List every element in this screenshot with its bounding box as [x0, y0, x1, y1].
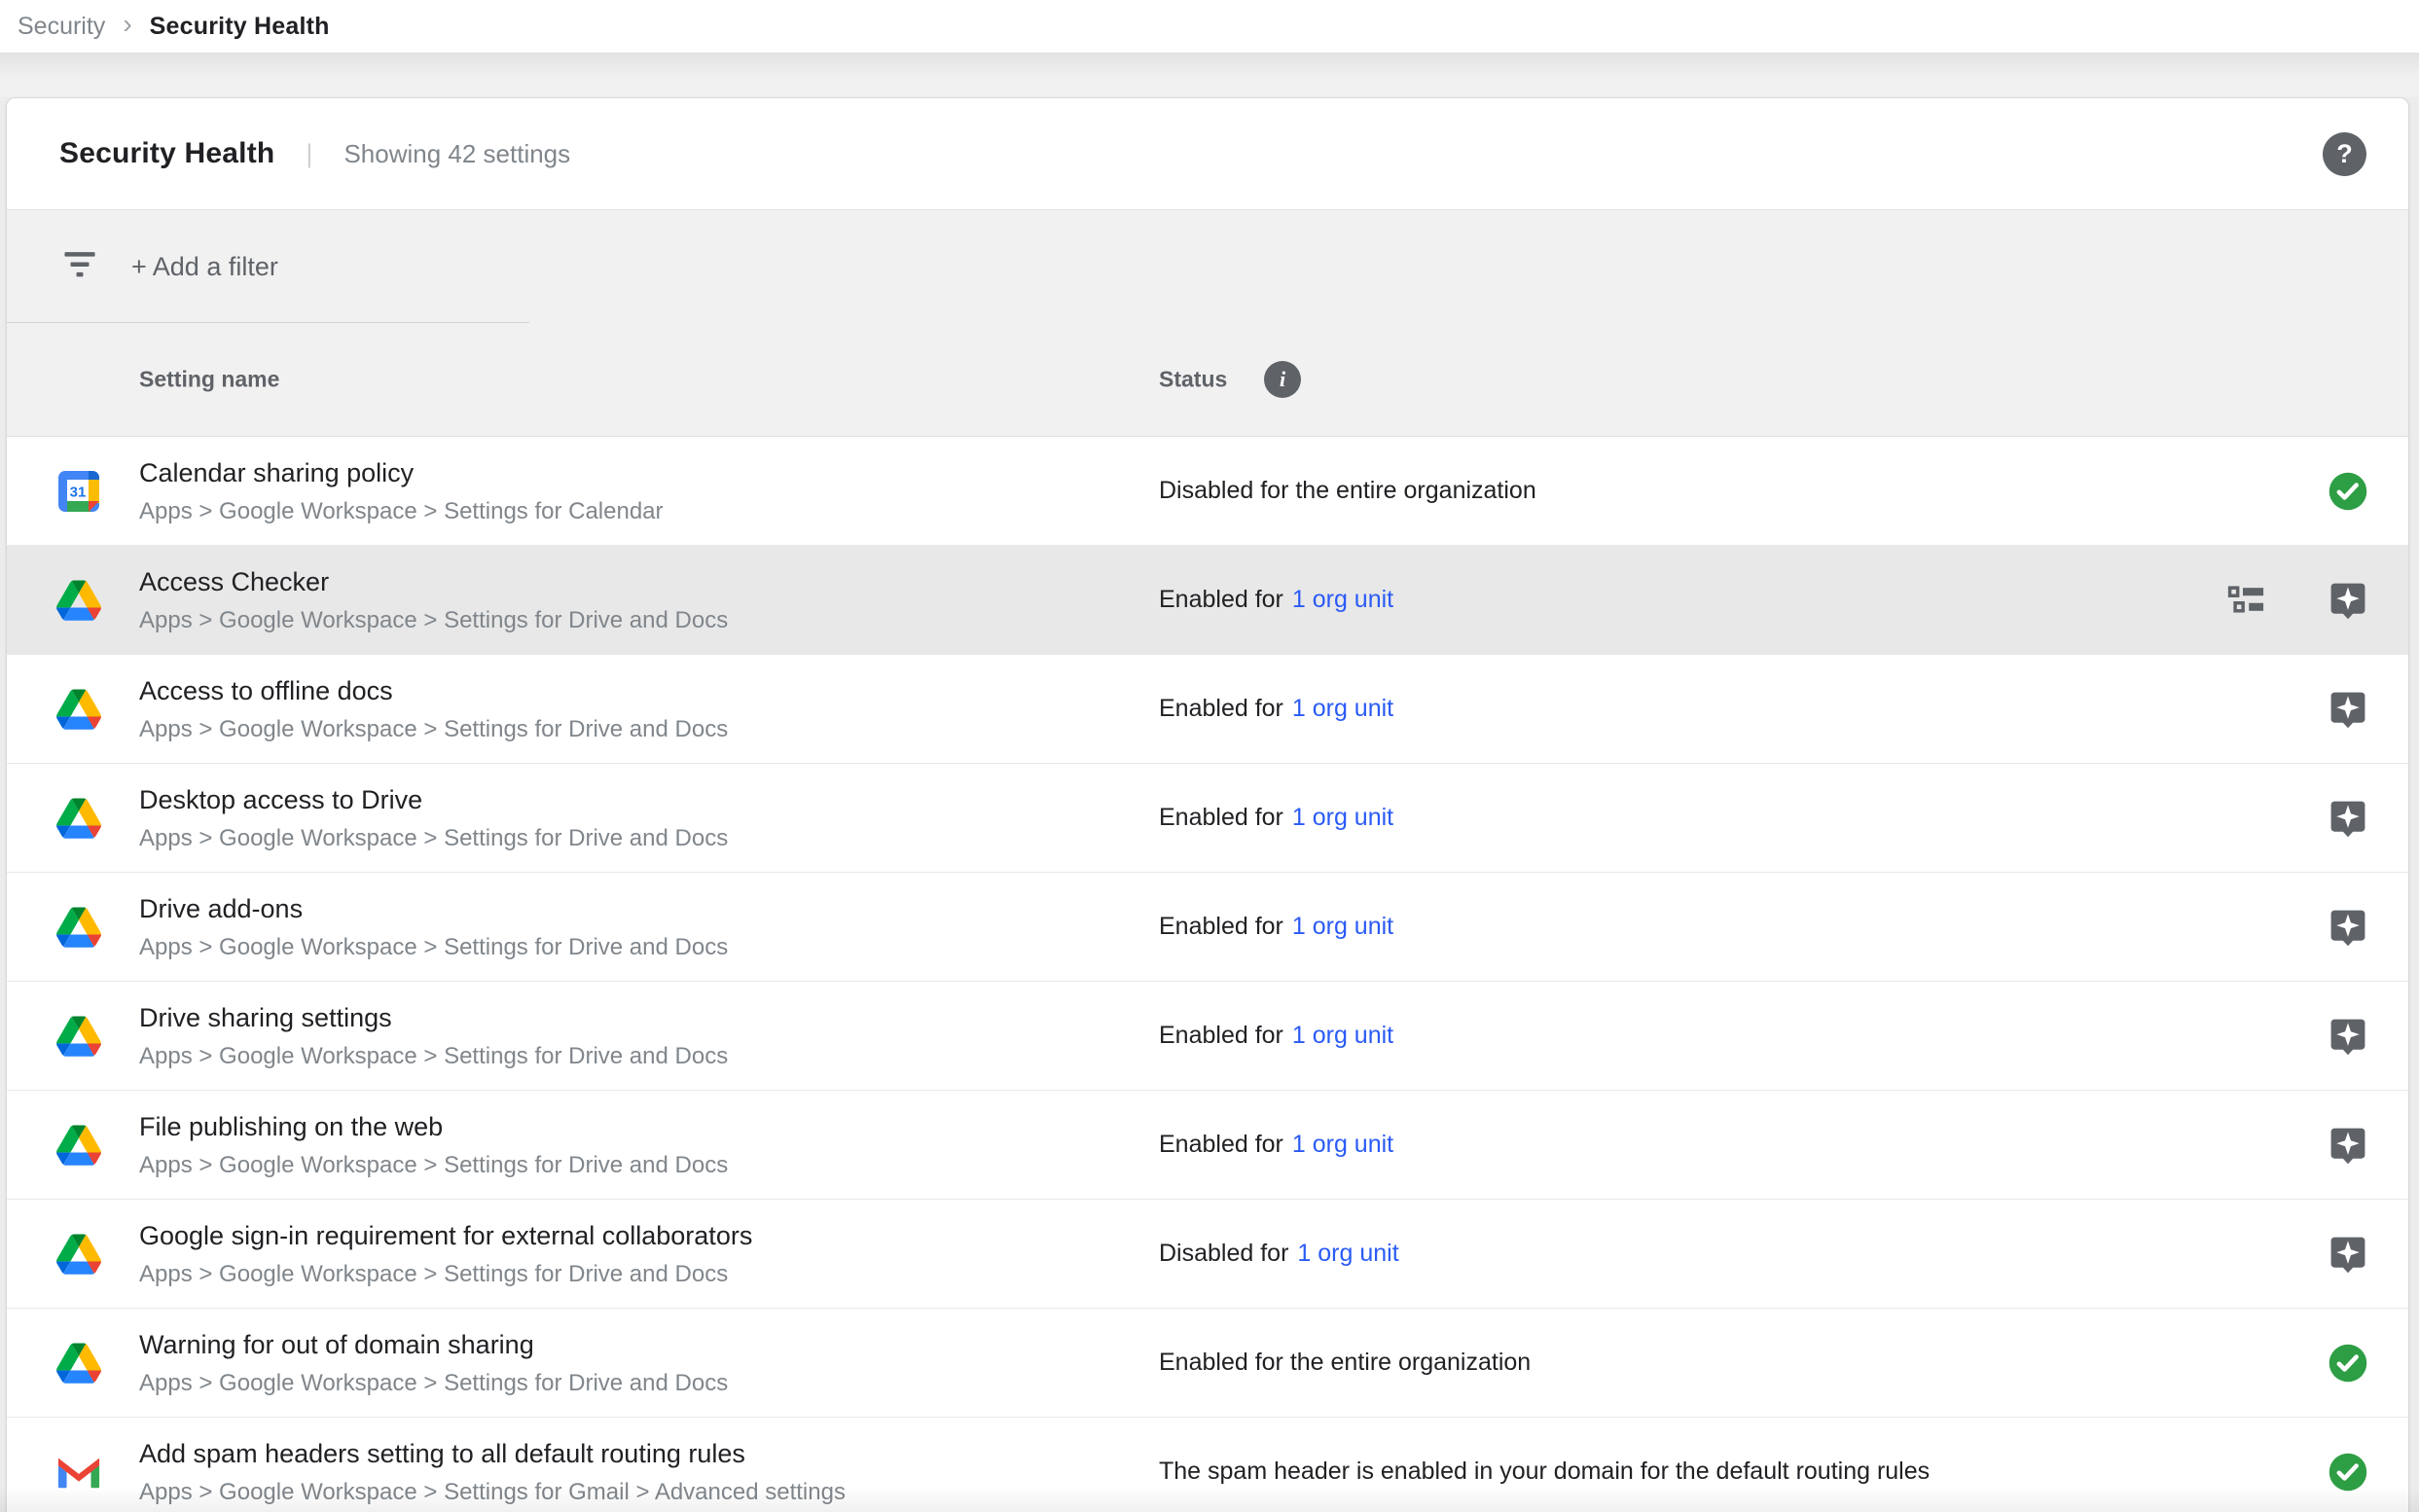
drive-icon: [56, 905, 101, 950]
help-icon[interactable]: ?: [2323, 132, 2366, 176]
setting-row[interactable]: Access Checker Apps > Google Workspace >…: [7, 546, 2408, 655]
breadcrumb: Security › Security Health: [0, 0, 2419, 53]
setting-title: Drive add-ons: [139, 894, 303, 924]
setting-path: Apps > Google Workspace > Settings for G…: [139, 1479, 846, 1506]
setting-path: Apps > Google Workspace > Settings for D…: [139, 1370, 728, 1397]
setting-title: Google sign-in requirement for external …: [139, 1221, 752, 1251]
add-filter-button[interactable]: + Add a filter: [131, 210, 278, 323]
column-header-status: Status: [1159, 367, 1227, 393]
status-text: Enabled for the entire organization: [1159, 1349, 1531, 1377]
setting-path: Apps > Google Workspace > Settings for D…: [139, 825, 728, 852]
setting-row[interactable]: Access to offline docs Apps > Google Wor…: [7, 655, 2408, 764]
status-text: Disabled for: [1159, 1240, 1288, 1268]
org-unit-link[interactable]: 1 org unit: [1292, 586, 1393, 614]
filter-bar: + Add a filter: [7, 210, 2408, 323]
recommendation-badge-icon[interactable]: [2327, 579, 2369, 622]
setting-title: Desktop access to Drive: [139, 785, 422, 815]
status-text: Enabled for: [1159, 695, 1283, 723]
setting-row[interactable]: File publishing on the web Apps > Google…: [7, 1091, 2408, 1200]
setting-path: Apps > Google Workspace > Settings for D…: [139, 1261, 728, 1288]
drive-icon: [56, 1232, 101, 1277]
drive-icon: [56, 1123, 101, 1168]
security-health-card: Security Health | Showing 42 settings ? …: [6, 97, 2409, 1512]
setting-path: Apps > Google Workspace > Settings for D…: [139, 934, 728, 961]
org-units-rules-icon: [2225, 579, 2268, 622]
setting-row[interactable]: Drive sharing settings Apps > Google Wor…: [7, 982, 2408, 1091]
org-unit-link[interactable]: 1 org unit: [1292, 804, 1393, 832]
status-ok-icon: [2327, 1342, 2369, 1385]
setting-status: Enabled for 1 org unit: [1159, 764, 1393, 872]
settings-list: 31 Calendar sharing policy Apps > Google…: [7, 437, 2408, 1512]
column-header-setting-name: Setting name: [139, 367, 279, 393]
status-text: The spam header is enabled in your domai…: [1159, 1458, 1930, 1486]
recommendation-badge-icon[interactable]: [2327, 1233, 2369, 1276]
setting-status: Enabled for 1 org unit: [1159, 873, 1393, 981]
table-header: Setting name Status i: [7, 323, 2408, 437]
setting-path: Apps > Google Workspace > Settings for D…: [139, 607, 728, 634]
org-unit-link[interactable]: 1 org unit: [1292, 1131, 1393, 1159]
card-header: Security Health | Showing 42 settings ?: [7, 98, 2408, 210]
setting-title: Access Checker: [139, 567, 329, 597]
page-title: Security Health: [59, 137, 274, 170]
setting-status: Enabled for 1 org unit: [1159, 546, 1393, 654]
status-text: Enabled for: [1159, 1131, 1283, 1159]
status-text: Enabled for: [1159, 913, 1283, 941]
setting-status: Enabled for 1 org unit: [1159, 1091, 1393, 1199]
setting-status: Enabled for 1 org unit: [1159, 655, 1393, 763]
page-gap-band: [0, 53, 2419, 97]
status-text: Enabled for: [1159, 586, 1283, 614]
breadcrumb-current-page: Security Health: [150, 13, 330, 41]
gmail-icon: [56, 1450, 101, 1494]
setting-row[interactable]: Google sign-in requirement for external …: [7, 1200, 2408, 1309]
setting-row[interactable]: Desktop access to Drive Apps > Google Wo…: [7, 764, 2408, 873]
recommendation-badge-icon[interactable]: [2327, 1015, 2369, 1058]
breadcrumb-link-security[interactable]: Security: [18, 13, 105, 41]
setting-title: Access to offline docs: [139, 676, 393, 706]
setting-status: Disabled for the entire organization: [1159, 437, 1536, 545]
setting-path: Apps > Google Workspace > Settings for D…: [139, 1043, 728, 1070]
setting-row[interactable]: Drive add-ons Apps > Google Workspace > …: [7, 873, 2408, 982]
setting-path: Apps > Google Workspace > Settings for C…: [139, 498, 664, 525]
org-unit-link[interactable]: 1 org unit: [1297, 1240, 1398, 1268]
svg-text:31: 31: [70, 485, 87, 501]
calendar-icon: 31: [56, 469, 101, 514]
status-text: Enabled for: [1159, 1022, 1283, 1050]
drive-icon: [56, 687, 101, 732]
recommendation-badge-icon[interactable]: [2327, 1124, 2369, 1167]
drive-icon: [56, 1014, 101, 1059]
status-info-icon[interactable]: i: [1264, 361, 1301, 398]
setting-title: Calendar sharing policy: [139, 458, 414, 488]
recommendation-badge-icon[interactable]: [2327, 688, 2369, 731]
setting-row[interactable]: Warning for out of domain sharing Apps >…: [7, 1309, 2408, 1418]
title-separator: |: [306, 139, 312, 169]
setting-title: Add spam headers setting to all default …: [139, 1439, 745, 1469]
drive-icon: [56, 796, 101, 841]
setting-status: The spam header is enabled in your domai…: [1159, 1418, 1930, 1512]
org-unit-link[interactable]: 1 org unit: [1292, 1022, 1393, 1050]
recommendation-badge-icon[interactable]: [2327, 906, 2369, 949]
status-ok-icon: [2327, 1451, 2369, 1494]
drive-icon: [56, 1341, 101, 1386]
drive-icon: [56, 578, 101, 623]
setting-path: Apps > Google Workspace > Settings for D…: [139, 716, 728, 743]
setting-row[interactable]: 31 Calendar sharing policy Apps > Google…: [7, 437, 2408, 546]
setting-title: File publishing on the web: [139, 1112, 443, 1142]
org-unit-link[interactable]: 1 org unit: [1292, 695, 1393, 723]
setting-title: Warning for out of domain sharing: [139, 1330, 534, 1360]
setting-status: Disabled for 1 org unit: [1159, 1200, 1399, 1308]
recommendation-badge-icon[interactable]: [2327, 797, 2369, 840]
org-unit-link[interactable]: 1 org unit: [1292, 913, 1393, 941]
setting-status: Enabled for the entire organization: [1159, 1309, 1531, 1417]
status-text: Disabled for the entire organization: [1159, 477, 1536, 505]
setting-row[interactable]: Add spam headers setting to all default …: [7, 1418, 2408, 1512]
setting-status: Enabled for 1 org unit: [1159, 982, 1393, 1090]
setting-path: Apps > Google Workspace > Settings for D…: [139, 1152, 728, 1179]
settings-count-label: Showing 42 settings: [343, 139, 570, 169]
status-text: Enabled for: [1159, 804, 1283, 832]
chevron-right-icon: ›: [123, 11, 131, 42]
status-ok-icon: [2327, 470, 2369, 513]
filter-list-icon: [59, 247, 100, 289]
setting-title: Drive sharing settings: [139, 1003, 392, 1033]
